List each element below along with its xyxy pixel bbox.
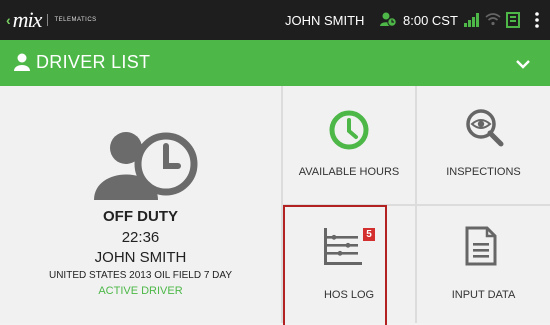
tile-input-data[interactable]: INPUT DATA bbox=[417, 206, 550, 323]
chevron-down-icon[interactable] bbox=[516, 56, 530, 74]
selection-highlight bbox=[283, 205, 387, 325]
back-chevron-icon[interactable]: ‹ bbox=[6, 12, 11, 28]
duty-time: 22:36 bbox=[121, 229, 160, 246]
top-status-bar: ‹ mix TELEMATICS JOHN SMITH 8:00 CST bbox=[0, 0, 550, 40]
driver-status-icon[interactable] bbox=[379, 11, 397, 34]
header-title: DRIVER LIST bbox=[36, 52, 151, 72]
user-name: JOHN SMITH bbox=[285, 0, 364, 40]
driver-ruleset: UNITED STATES 2013 OIL FIELD 7 DAY bbox=[48, 270, 233, 281]
tile-available-hours[interactable]: AVAILABLE HOURS bbox=[283, 86, 415, 204]
clock-time-text: 8:00 CST bbox=[403, 12, 458, 28]
driver-off-duty-icon bbox=[92, 126, 198, 205]
overflow-menu-icon[interactable] bbox=[534, 11, 540, 34]
main-content: OFF DUTY 22:36 JOHN SMITH UNITED STATES … bbox=[0, 86, 550, 325]
driver-role: ACTIVE DRIVER bbox=[98, 285, 183, 297]
document-icon bbox=[465, 226, 497, 271]
user-name-text: JOHN SMITH bbox=[285, 12, 365, 28]
clock-icon bbox=[329, 110, 369, 155]
tile-label: INSPECTIONS bbox=[446, 166, 521, 178]
driver-card[interactable]: OFF DUTY 22:36 JOHN SMITH UNITED STATES … bbox=[0, 86, 281, 323]
driver-name: JOHN SMITH bbox=[94, 249, 187, 266]
brand[interactable]: ‹ mix TELEMATICS bbox=[6, 7, 97, 32]
tile-label: AVAILABLE HOURS bbox=[298, 166, 400, 178]
log-icon[interactable] bbox=[506, 12, 520, 33]
duty-status: OFF DUTY bbox=[103, 208, 178, 225]
brand-subtitle: TELEMATICS bbox=[54, 17, 97, 23]
tile-label: INPUT DATA bbox=[451, 289, 516, 301]
person-icon bbox=[14, 53, 30, 76]
tile-inspections[interactable]: INSPECTIONS bbox=[417, 86, 550, 204]
magnifier-eye-icon bbox=[465, 108, 505, 153]
brand-separator bbox=[47, 14, 49, 26]
clock-time: 8:00 CST bbox=[403, 0, 458, 40]
brand-logo: mix bbox=[12, 7, 43, 32]
wifi-icon bbox=[485, 12, 501, 31]
driver-list-header[interactable]: DRIVER LIST bbox=[0, 40, 550, 86]
signal-icon bbox=[464, 13, 480, 32]
